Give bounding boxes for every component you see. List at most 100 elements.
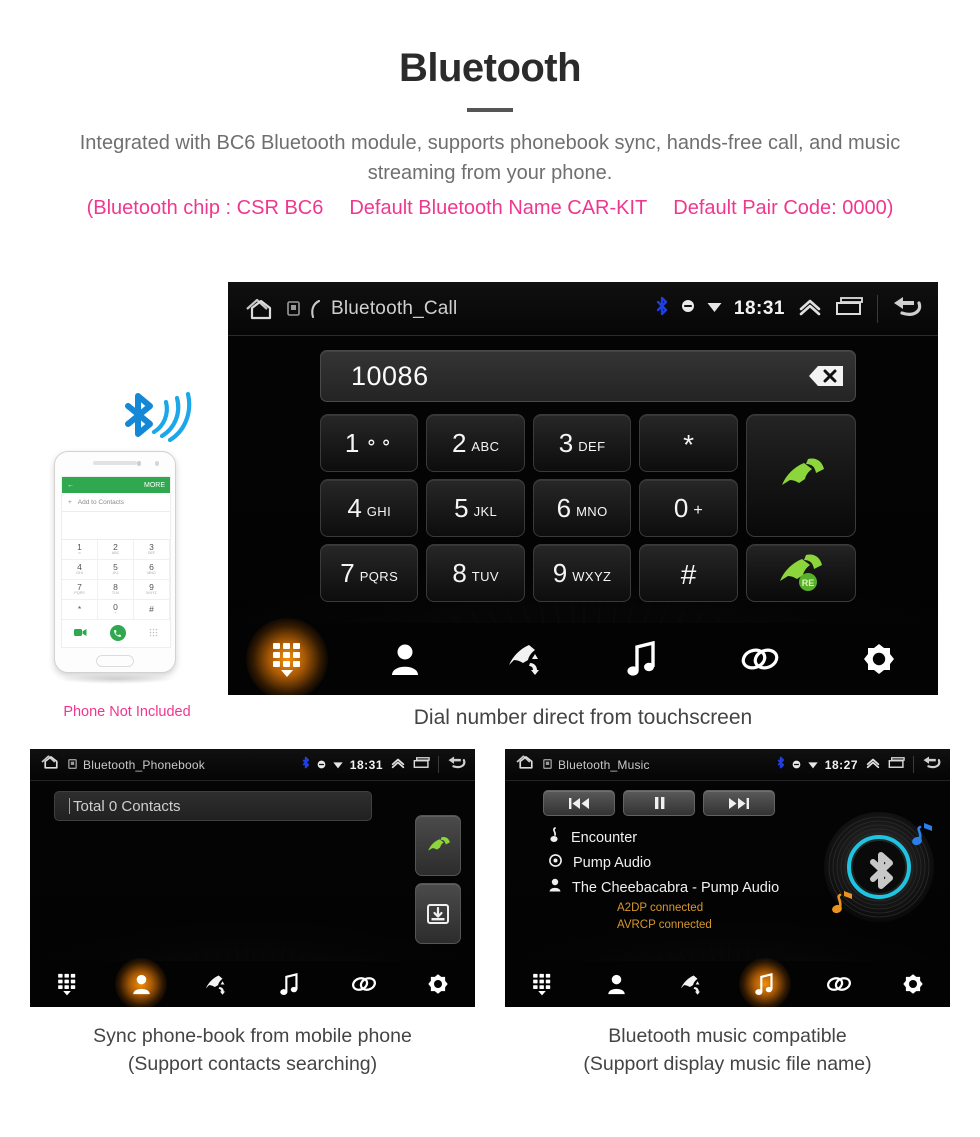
status-divider xyxy=(913,756,914,773)
nav-keypad[interactable] xyxy=(505,961,579,1007)
status-time: 18:27 xyxy=(824,757,858,772)
key-0[interactable]: 0 + xyxy=(639,479,738,537)
home-icon[interactable] xyxy=(40,753,62,776)
mute-icon xyxy=(792,756,801,774)
videocall-icon xyxy=(73,624,87,642)
music-nav-bar xyxy=(505,961,950,1007)
music-status-bar: Bluetooth_Music 18:27 xyxy=(505,749,950,781)
phone-sensor-icon xyxy=(136,461,141,466)
phone-key: 9 WXYZ xyxy=(134,580,170,600)
phone-camera-icon xyxy=(154,461,159,466)
back-icon[interactable] xyxy=(890,293,924,324)
dial-input-area: 10086 xyxy=(228,336,938,402)
key-hash[interactable]: # xyxy=(639,544,738,602)
phone-key: 2 ABC xyxy=(98,540,134,560)
key-2[interactable]: 2 ABC xyxy=(426,414,525,472)
contacts-search-input[interactable]: Total 0 Contacts xyxy=(54,791,372,821)
key-6[interactable]: 6 MNO xyxy=(532,479,632,537)
phone-key: 3 DEF xyxy=(134,540,170,560)
music-album: Pump Audio xyxy=(573,854,652,871)
nav-settings[interactable] xyxy=(401,961,475,1007)
screen-title: Bluetooth_Call xyxy=(331,297,458,319)
phonebook-caption-line2: (Support contacts searching) xyxy=(127,1053,378,1076)
pause-button[interactable] xyxy=(623,790,695,816)
home-icon[interactable] xyxy=(515,753,537,776)
screen-title: Bluetooth_Music xyxy=(558,757,650,772)
nav-music[interactable] xyxy=(253,961,327,1007)
backspace-icon[interactable] xyxy=(793,361,845,391)
phone-key: 5 JKL xyxy=(98,560,134,580)
page-subtitle: Integrated with BC6 Bluetooth module, su… xyxy=(79,132,901,184)
nav-call-history[interactable] xyxy=(178,961,252,1007)
recents-icon[interactable] xyxy=(413,756,431,774)
collapse-icon[interactable] xyxy=(390,756,406,774)
nav-music[interactable] xyxy=(728,961,802,1007)
collapse-icon[interactable] xyxy=(865,756,881,774)
key-8[interactable]: 8 TUV xyxy=(426,544,525,602)
phonebook-caption-line1: Sync phone-book from mobile phone xyxy=(93,1025,412,1047)
sim-card-icon xyxy=(68,756,77,774)
wifi-icon xyxy=(707,300,722,318)
disc-icon xyxy=(549,853,562,872)
key-star[interactable]: * xyxy=(639,414,738,472)
dial-input[interactable]: 10086 xyxy=(320,350,856,402)
phonebook-body: Total 0 Contacts xyxy=(30,781,475,961)
call-answer-button[interactable] xyxy=(415,815,461,876)
nav-call-history[interactable] xyxy=(465,623,583,695)
wifi-icon xyxy=(808,756,818,774)
call-icon xyxy=(309,299,322,318)
wifi-icon xyxy=(333,756,343,774)
key-3[interactable]: 3 DEF xyxy=(532,414,632,472)
nav-link[interactable] xyxy=(802,961,876,1007)
key-9[interactable]: 9 WXYZ xyxy=(532,544,632,602)
call-redial-button[interactable]: RE xyxy=(745,544,856,602)
phone-key: 1 ∞ xyxy=(62,540,98,560)
album-art-bluetooth-disc xyxy=(816,807,942,927)
phone-speaker xyxy=(93,461,137,465)
back-icon[interactable] xyxy=(921,754,942,775)
home-icon[interactable] xyxy=(244,295,278,323)
nav-contacts[interactable] xyxy=(104,961,178,1007)
collapse-icon[interactable] xyxy=(797,295,823,322)
nav-call-history[interactable] xyxy=(653,961,727,1007)
music-body: Encounter Pump Audio The Cheebacabra - P… xyxy=(505,781,950,961)
nav-keypad[interactable] xyxy=(228,623,346,695)
phone-key: 7 PQRS xyxy=(62,580,98,600)
previous-track-button[interactable] xyxy=(543,790,615,816)
music-artist: The Cheebacabra - Pump Audio xyxy=(572,879,780,896)
screen-title: Bluetooth_Phonebook xyxy=(83,757,205,772)
sim-card-icon xyxy=(543,756,552,774)
music-note-icon xyxy=(549,827,560,848)
spec-bt-name: Default Bluetooth Name CAR-KIT xyxy=(349,197,648,219)
phone-app-bar: ← MORE xyxy=(62,477,170,493)
nav-link[interactable] xyxy=(701,623,819,695)
nav-contacts[interactable] xyxy=(579,961,653,1007)
nav-settings[interactable] xyxy=(876,961,950,1007)
phone-add-contact-label: Add to Contacts xyxy=(77,498,125,506)
call-answer-button[interactable] xyxy=(745,414,856,537)
download-contacts-button[interactable] xyxy=(415,883,461,944)
key-7[interactable]: 7 PQRS xyxy=(320,544,419,602)
nav-settings[interactable] xyxy=(820,623,938,695)
phone-not-included-note: Phone Not Included xyxy=(63,704,191,720)
key-4[interactable]: 4 GHI xyxy=(320,479,419,537)
recents-icon[interactable] xyxy=(888,756,906,774)
nav-link[interactable] xyxy=(327,961,401,1007)
mute-icon xyxy=(317,756,326,774)
music-title: Encounter xyxy=(571,829,638,846)
nav-music[interactable] xyxy=(583,623,701,695)
nav-keypad[interactable] xyxy=(30,961,104,1007)
next-track-button[interactable] xyxy=(703,790,775,816)
contacts-count-label: Total 0 Contacts xyxy=(73,797,181,815)
status-divider xyxy=(877,294,878,323)
phonebook-caption: Sync phone-book from mobile phone (Suppo… xyxy=(30,1022,475,1079)
nav-contacts[interactable] xyxy=(346,623,464,695)
phone-device: ← MORE + Add to Contacts 1 ∞ 2 ABC 3 DEF 4G… xyxy=(54,451,176,673)
phone-number-area xyxy=(62,512,170,540)
key-1[interactable]: 1 ⚬⚬ xyxy=(320,414,419,472)
recents-icon[interactable] xyxy=(835,295,865,322)
key-5[interactable]: 5 JKL xyxy=(426,479,525,537)
dial-keypad: 1 ⚬⚬ 2 ABC 3 DEF * 4 GHI 5 JKL 6 MNO 0 + 7 PQRS … xyxy=(320,414,856,602)
phonebook-action-buttons xyxy=(415,815,461,944)
back-icon[interactable] xyxy=(446,754,467,775)
